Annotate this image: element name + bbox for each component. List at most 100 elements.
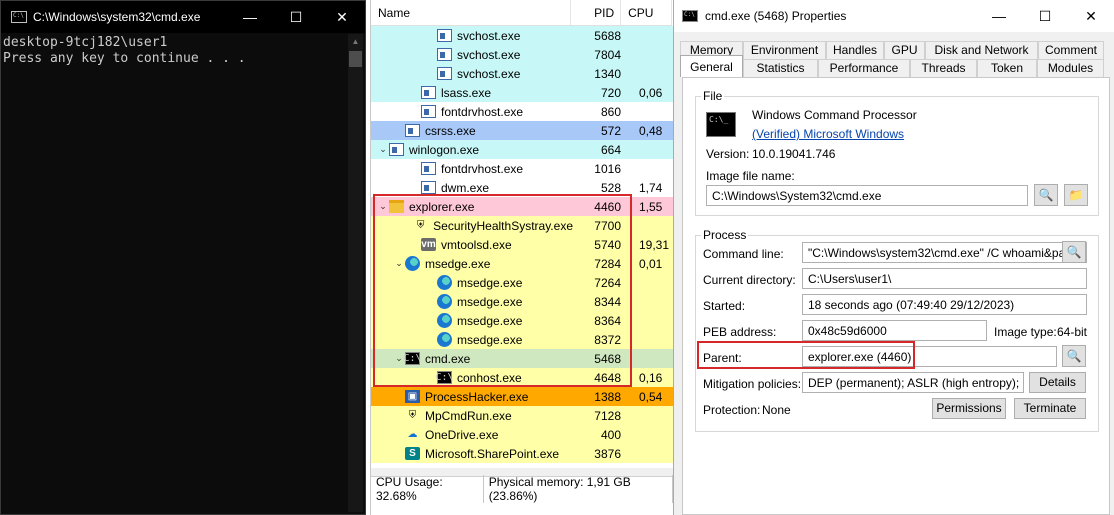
console-scrollbar[interactable]: ▲ (348, 34, 363, 512)
column-header-pid[interactable]: PID (571, 0, 622, 25)
process-row[interactable]: msedge.exe 8372 (371, 330, 673, 349)
tabs-row-bottom: General Statistics Performance Threads T… (680, 55, 1104, 77)
scroll-thumb[interactable] (349, 51, 362, 67)
process-row[interactable]: msedge.exe 8364 (371, 311, 673, 330)
process-name-cell: csrss.exe (371, 124, 573, 138)
tab-handles[interactable]: Handles (826, 41, 884, 59)
process-row[interactable]: ▣ ProcessHacker.exe 1388 0,54 (371, 387, 673, 406)
process-row[interactable]: vm vmtoolsd.exe 5740 19,31 (371, 235, 673, 254)
process-row[interactable]: ⛨ SecurityHealthSystray.exe 7700 (371, 216, 673, 235)
terminate-button[interactable]: Terminate (1014, 398, 1086, 419)
properties-window[interactable]: C:\ cmd.exe (5468) Properties — ☐ ✕ Memo… (673, 0, 1114, 515)
parent-field[interactable]: explorer.exe (4460) (802, 346, 1057, 367)
process-pid: 7700 (594, 218, 621, 233)
process-row[interactable]: ⌄ winlogon.exe 664 (371, 140, 673, 159)
process-name: ProcessHacker.exe (425, 389, 529, 404)
maximize-button[interactable]: ☐ (273, 1, 319, 33)
processhacker-icon: ▣ (405, 390, 420, 403)
process-name: SecurityHealthSystray.exe (433, 218, 573, 233)
process-name: conhost.exe (457, 370, 522, 385)
minimize-button[interactable]: — (227, 1, 273, 33)
company-link[interactable]: (Verified) Microsoft Windows (752, 127, 904, 141)
edge-icon (437, 275, 452, 290)
process-row[interactable]: ⌄ C:\ cmd.exe 5468 (371, 349, 673, 368)
process-pid: 7264 (594, 275, 621, 290)
process-row[interactable]: svchost.exe 5688 (371, 26, 673, 45)
process-row[interactable]: ⛨ MpCmdRun.exe 7128 (371, 406, 673, 425)
search-icon[interactable]: 🔍 (1062, 241, 1086, 263)
tab-modules[interactable]: Modules (1037, 59, 1104, 77)
details-button[interactable]: Details (1029, 372, 1086, 393)
scroll-up-arrow-icon[interactable]: ▲ (348, 34, 363, 49)
tab-gpu[interactable]: GPU (884, 41, 925, 59)
close-button[interactable]: ✕ (1068, 0, 1114, 32)
window-icon (421, 105, 436, 118)
process-row[interactable]: fontdrvhost.exe 1016 (371, 159, 673, 178)
process-name-cell: msedge.exe (371, 332, 573, 347)
tab-general[interactable]: General (680, 55, 743, 77)
minimize-button[interactable]: — (976, 0, 1022, 32)
properties-titlebar[interactable]: C:\ cmd.exe (5468) Properties — ☐ ✕ (674, 0, 1114, 32)
tab-statistics[interactable]: Statistics (743, 59, 818, 77)
process-row[interactable]: msedge.exe 8344 (371, 292, 673, 311)
tab-comment[interactable]: Comment (1038, 41, 1104, 59)
edge-icon (405, 256, 420, 271)
close-button[interactable]: ✕ (319, 1, 365, 33)
column-header-cpu[interactable]: CPU (621, 0, 672, 25)
expand-chevron-icon[interactable]: ⌄ (393, 258, 405, 269)
folder-icon[interactable]: 📁 (1064, 184, 1088, 206)
process-name: OneDrive.exe (425, 427, 499, 442)
process-row[interactable]: C:\ conhost.exe 4648 0,16 (371, 368, 673, 387)
tab-performance[interactable]: Performance (818, 59, 910, 77)
process-pid: 5740 (594, 237, 621, 252)
process-row[interactable]: fontdrvhost.exe 860 (371, 102, 673, 121)
peb-address-field[interactable]: 0x48c59d6000 (802, 320, 987, 341)
shield-icon: ⛨ (416, 220, 425, 231)
process-row[interactable]: svchost.exe 7804 (371, 45, 673, 64)
process-row[interactable]: msedge.exe 7264 (371, 273, 673, 292)
window-icon (421, 181, 436, 194)
command-line-field[interactable]: "C:\Windows\system32\cmd.exe" /C whoami&… (802, 242, 1087, 263)
column-header-name[interactable]: Name (371, 0, 572, 25)
process-row[interactable]: ⌄ msedge.exe 7284 0,01 (371, 254, 673, 273)
started-field[interactable]: 18 seconds ago (07:49:40 29/12/2023) (802, 294, 1087, 315)
process-cpu: 0,06 (639, 85, 663, 100)
process-row[interactable]: S Microsoft.SharePoint.exe 3876 (371, 444, 673, 463)
expand-chevron-icon[interactable]: ⌄ (377, 201, 389, 212)
cmd-icon: C:\ (11, 11, 27, 23)
tab-token[interactable]: Token (977, 59, 1037, 77)
cmd-window[interactable]: C:\ C:\Windows\system32\cmd.exe — ☐ ✕ de… (0, 0, 366, 515)
current-directory-field[interactable]: C:\Users\user1\ (802, 268, 1087, 289)
window-icon (437, 29, 452, 42)
process-pid: 8372 (594, 332, 621, 347)
console-output[interactable]: desktop-9tcj182\user1 Press any key to co… (1, 33, 365, 69)
mitigation-policies-field[interactable]: DEP (permanent); ASLR (high entropy); CF… (802, 372, 1024, 393)
expand-chevron-icon[interactable]: ⌄ (377, 144, 389, 155)
process-cpu: 0,01 (639, 256, 663, 271)
tab-environment[interactable]: Environment (743, 41, 826, 59)
process-list-panel[interactable]: Name PID CPU svchost.exe 5688 svchost.exe 7… (370, 0, 673, 515)
permissions-button[interactable]: Permissions (932, 398, 1006, 419)
process-row[interactable]: ☁ OneDrive.exe 400 (371, 425, 673, 444)
process-row[interactable]: csrss.exe 572 0,48 (371, 121, 673, 140)
cmd-titlebar[interactable]: C:\ C:\Windows\system32\cmd.exe — ☐ ✕ (1, 1, 365, 33)
maximize-button[interactable]: ☐ (1022, 0, 1068, 32)
process-tree[interactable]: svchost.exe 5688 svchost.exe 7804 svchost.ex… (371, 26, 673, 468)
search-icon[interactable]: 🔍 (1062, 345, 1086, 367)
process-pid: 4648 (594, 370, 621, 385)
console-line: desktop-9tcj182\user1 (3, 35, 168, 50)
tabs-row-top: Memory Environment Handles GPU Disk and … (680, 41, 1104, 59)
process-name: csrss.exe (425, 123, 476, 138)
search-icon[interactable]: 🔍 (1034, 184, 1058, 206)
process-row[interactable]: lsass.exe 720 0,06 (371, 83, 673, 102)
tab-disk-and-network[interactable]: Disk and Network (925, 41, 1038, 59)
image-file-field[interactable]: C:\Windows\System32\cmd.exe (706, 185, 1028, 206)
process-row[interactable]: ⌄ explorer.exe 4460 1,55 (371, 197, 673, 216)
process-row[interactable]: dwm.exe 528 1,74 (371, 178, 673, 197)
process-name-cell: ⌄ msedge.exe (371, 256, 573, 271)
process-row[interactable]: svchost.exe 1340 (371, 64, 673, 83)
process-group: Process Command line: "C:\Windows\system… (695, 228, 1099, 432)
edge-icon (437, 294, 452, 309)
process-name: MpCmdRun.exe (425, 408, 512, 423)
tab-threads[interactable]: Threads (910, 59, 977, 77)
